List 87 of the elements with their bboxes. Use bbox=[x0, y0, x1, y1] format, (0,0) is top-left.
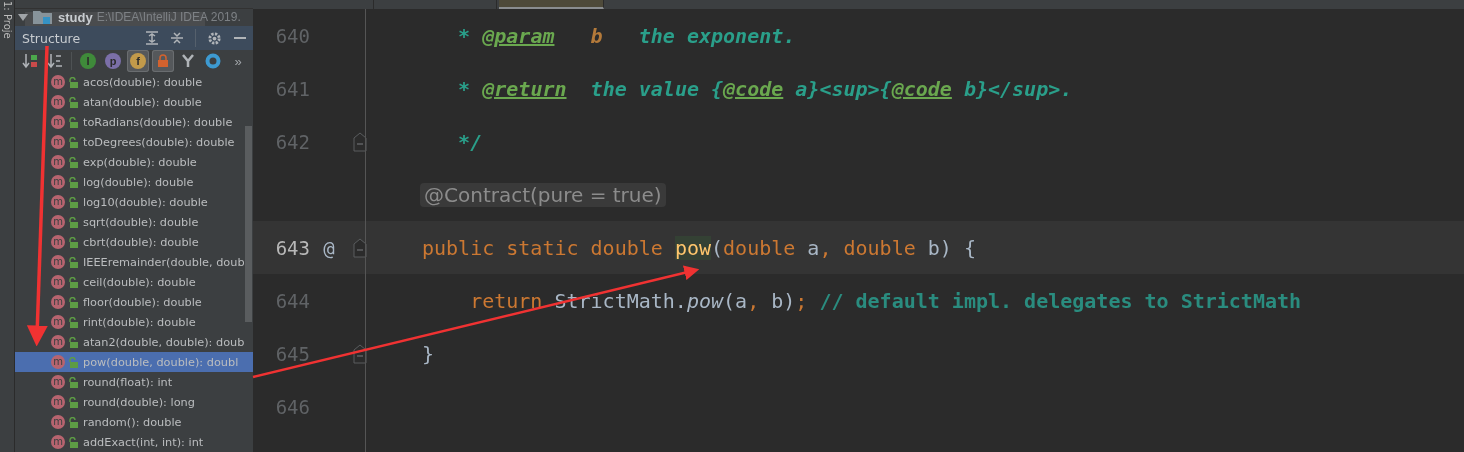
method-icon: m bbox=[51, 415, 65, 429]
structure-item[interactable]: m log10(double): double bbox=[15, 192, 253, 212]
collapse-all-icon[interactable] bbox=[170, 31, 184, 46]
unlocked-icon bbox=[68, 376, 78, 388]
panel-title: Structure bbox=[22, 30, 82, 46]
sort-icon bbox=[47, 53, 63, 69]
scrollbar-thumb[interactable] bbox=[245, 126, 252, 322]
line-number: 641 bbox=[274, 77, 310, 100]
method-icon: m bbox=[51, 155, 65, 169]
unlocked-icon bbox=[68, 436, 78, 448]
code-line: * @return the value {@code a}<sup>{@code b}</sup>. bbox=[457, 76, 1073, 101]
unlocked-icon bbox=[68, 296, 78, 308]
structure-item[interactable]: m floor(double): double bbox=[15, 292, 253, 312]
line-number: 644 bbox=[274, 289, 310, 312]
method-icon: m bbox=[51, 115, 65, 129]
unlocked-icon bbox=[68, 196, 78, 208]
method-icon: m bbox=[51, 275, 65, 289]
line-number: 640 bbox=[274, 24, 310, 47]
structure-item[interactable]: m sqrt(double): double bbox=[15, 212, 253, 232]
method-icon: m bbox=[51, 375, 65, 389]
structure-item[interactable]: m toRadians(double): double bbox=[15, 112, 253, 132]
unlocked-icon bbox=[68, 256, 78, 268]
expand-all-icon[interactable] bbox=[145, 31, 159, 46]
fold-icon[interactable] bbox=[353, 131, 367, 152]
unlocked-icon bbox=[68, 416, 78, 428]
structure-item[interactable]: m exp(double): double bbox=[15, 152, 253, 172]
method-icon: m bbox=[51, 195, 65, 209]
structure-item[interactable]: m acos(double): double bbox=[15, 72, 253, 92]
unlocked-icon bbox=[68, 216, 78, 228]
unlocked-icon bbox=[68, 156, 78, 168]
structure-item[interactable]: m cbrt(double): double bbox=[15, 232, 253, 252]
structure-item[interactable]: m round(float): int bbox=[15, 372, 253, 392]
folder-icon bbox=[32, 9, 54, 26]
method-icon: m bbox=[51, 435, 65, 449]
ring-icon bbox=[205, 53, 221, 69]
code-line: */ bbox=[457, 129, 483, 154]
unlocked-icon bbox=[68, 96, 78, 108]
project-tab[interactable]: 1: Proje bbox=[1, 1, 13, 39]
fold-icon[interactable] bbox=[353, 237, 367, 258]
editor-tab[interactable] bbox=[499, 0, 604, 9]
line-number: 643 bbox=[274, 236, 310, 259]
structure-item[interactable]: m rint(double): double bbox=[15, 312, 253, 332]
method-icon: m bbox=[51, 295, 65, 309]
method-icon: m bbox=[51, 335, 65, 349]
unlocked-icon bbox=[68, 396, 78, 408]
method-icon: m bbox=[51, 235, 65, 249]
method-icon: m bbox=[51, 215, 65, 229]
inlay-hint: @Contract(pure = true) bbox=[420, 182, 666, 207]
line-number: 646 bbox=[274, 395, 310, 418]
lock-icon bbox=[157, 54, 169, 68]
structure-item[interactable]: m addExact(int, int): int bbox=[15, 432, 253, 452]
method-icon: m bbox=[51, 315, 65, 329]
overflow-button[interactable]: » bbox=[227, 50, 249, 72]
unlocked-icon bbox=[68, 176, 78, 188]
line-number: 642 bbox=[274, 130, 310, 153]
method-icon: m bbox=[51, 255, 65, 269]
structure-item[interactable]: m atan(double): double bbox=[15, 92, 253, 112]
fork-icon bbox=[181, 54, 195, 68]
method-icon: m bbox=[51, 355, 65, 369]
structure-item[interactable]: m round(double): long bbox=[15, 392, 253, 412]
method-icon: m bbox=[51, 75, 65, 89]
code-line: } bbox=[422, 341, 435, 366]
method-icon: m bbox=[51, 135, 65, 149]
structure-item[interactable]: m ceil(double): double bbox=[15, 272, 253, 292]
settings-icon[interactable] bbox=[207, 30, 222, 46]
method-icon: m bbox=[51, 395, 65, 409]
structure-item[interactable]: m toDegrees(double): double bbox=[15, 132, 253, 152]
unlocked-icon bbox=[68, 316, 78, 328]
unlocked-icon bbox=[68, 276, 78, 288]
unlocked-icon bbox=[68, 356, 78, 368]
code-line: public static double pow(double a, double b) { bbox=[422, 235, 976, 260]
line-number: 645 bbox=[274, 342, 310, 365]
structure-item[interactable]: m log(double): double bbox=[15, 172, 253, 192]
structure-item[interactable]: m random(): double bbox=[15, 412, 253, 432]
unlocked-icon bbox=[68, 136, 78, 148]
unlocked-icon bbox=[68, 236, 78, 248]
method-icon: m bbox=[51, 175, 65, 189]
structure-item[interactable]: m IEEEremainder(double, doub bbox=[15, 252, 253, 272]
project-name[interactable]: study bbox=[58, 9, 93, 25]
method-icon: m bbox=[51, 95, 65, 109]
unlocked-icon bbox=[68, 76, 78, 88]
sort-icon bbox=[22, 53, 38, 69]
unlocked-icon bbox=[68, 116, 78, 128]
code-line: * @param b the exponent. bbox=[457, 23, 796, 48]
override-marker[interactable]: @ bbox=[323, 236, 335, 259]
unlocked-icon bbox=[68, 336, 78, 348]
structure-item[interactable]: m atan2(double, double): doub bbox=[15, 332, 253, 352]
